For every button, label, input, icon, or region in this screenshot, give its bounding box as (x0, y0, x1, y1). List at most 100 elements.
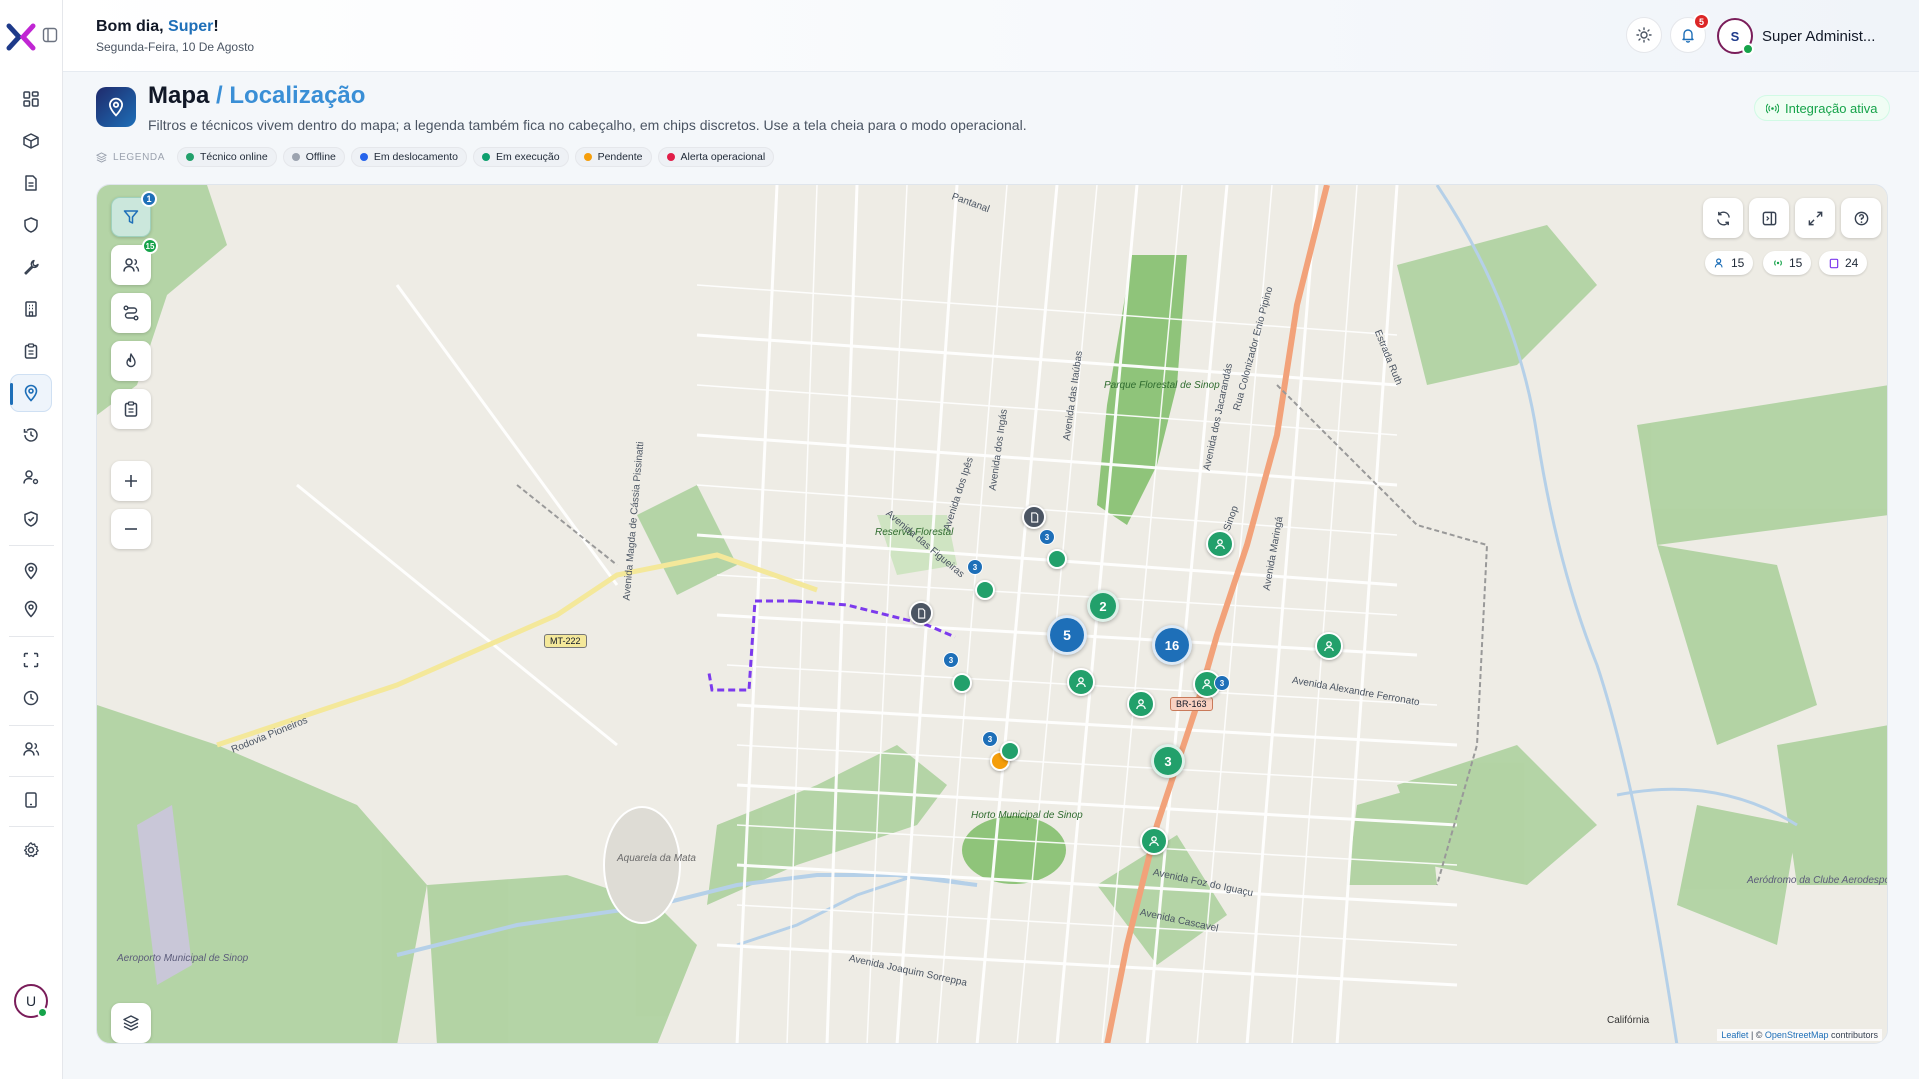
map-cluster-marker[interactable]: 5 (1047, 615, 1087, 655)
user-icon (1324, 641, 1334, 652)
app-logo[interactable] (6, 22, 36, 52)
filter-button[interactable]: 1 (111, 191, 157, 237)
theme-toggle-button[interactable] (1626, 17, 1662, 53)
map-canvas[interactable]: Parque Florestal de Sinop Reserva Flores… (96, 184, 1888, 1044)
legend-chip-offline[interactable]: Offline (282, 147, 345, 167)
leaflet-link[interactable]: Leaflet (1721, 1030, 1748, 1040)
integration-status-label: Integração ativa (1785, 100, 1878, 116)
heatmap-button[interactable] (111, 341, 151, 381)
map-tiles[interactable] (97, 185, 1888, 1044)
technicians-button[interactable]: 15 (111, 238, 158, 285)
user-avatar: S (1717, 18, 1754, 55)
layers-button[interactable] (111, 1003, 151, 1043)
users-icon (23, 742, 40, 756)
zoom-out-button[interactable] (111, 509, 151, 549)
flame-icon (126, 353, 136, 368)
grouped-marker-count[interactable]: 3 (943, 652, 959, 668)
sidebar-item-users[interactable] (10, 730, 52, 768)
sidebar-item-scanner[interactable] (10, 641, 52, 679)
sidebar-item-locations[interactable] (10, 552, 52, 590)
technician-marker[interactable] (1140, 827, 1168, 855)
legend-color-dot (291, 153, 300, 161)
sidebar-item-buildings[interactable] (10, 290, 52, 328)
user-icon (1136, 699, 1146, 710)
expand-icon (1808, 211, 1822, 225)
sidebar-item-schedule[interactable] (10, 679, 52, 717)
legend-chip-online[interactable]: Técnico online (177, 147, 277, 167)
technician-marker[interactable] (1127, 690, 1155, 718)
sidebar-item-tools[interactable] (10, 248, 52, 286)
sidebar-user-avatar[interactable]: U (14, 984, 48, 1018)
wrench-icon (24, 259, 39, 275)
technician-marker[interactable] (952, 673, 972, 693)
stat-online: 15 (1763, 251, 1812, 275)
clock-icon (23, 690, 39, 706)
legend-chip-alert[interactable]: Alerta operacional (657, 147, 775, 167)
technician-marker[interactable] (1047, 549, 1067, 569)
history-icon (23, 428, 38, 442)
sidebar-item-devices[interactable] (10, 781, 52, 819)
settings-icon (23, 842, 39, 858)
sidebar-item-checklists[interactable] (10, 332, 52, 370)
help-button[interactable] (1841, 198, 1881, 238)
map-cluster-marker[interactable]: 16 (1152, 625, 1192, 665)
legend-color-dot (583, 153, 592, 161)
osm-link[interactable]: OpenStreetMap (1765, 1030, 1829, 1040)
map-label-aquarela: Aquarela da Mata (617, 853, 696, 864)
minus-icon (125, 528, 137, 530)
user-menu[interactable]: S Super Administ... (1717, 17, 1875, 55)
technician-marker[interactable] (1206, 530, 1234, 558)
map-cluster-marker[interactable]: 3 (1151, 744, 1185, 778)
document-icon (1030, 511, 1038, 523)
sidebar-item-dashboard[interactable] (10, 80, 52, 118)
technician-marker[interactable] (1067, 668, 1095, 696)
fullscreen-button[interactable] (1795, 198, 1835, 238)
grouped-marker-count[interactable]: 3 (1039, 529, 1055, 545)
map-cluster-marker[interactable]: 2 (1087, 590, 1119, 622)
attribution-separator: | © (1748, 1030, 1765, 1040)
legend-chip-label: Alerta operacional (680, 151, 766, 163)
orders-button[interactable] (111, 389, 151, 429)
sidebar-item-security[interactable] (10, 206, 52, 244)
grouped-marker-count[interactable]: 3 (967, 559, 983, 575)
stat-orders: 24 (1819, 251, 1868, 275)
sidebar-item-geofences[interactable] (10, 590, 52, 628)
sidebar-item-map[interactable] (10, 374, 52, 412)
legend-label: LEGENDA (113, 151, 165, 163)
map-label-airport: Aeroporto Municipal de Sinop (117, 953, 249, 964)
notifications-button[interactable]: 5 (1670, 13, 1710, 53)
page-title-breadcrumb[interactable]: / Localização (216, 82, 365, 109)
notification-count-badge: 5 (1693, 13, 1710, 30)
sidebar-toggle-icon[interactable] (42, 27, 58, 43)
map-label-aerodrome: Aeródromo da Clube Aerodesportivo Selva (1747, 875, 1887, 886)
technician-marker[interactable] (1315, 632, 1343, 660)
side-panel-button[interactable] (1749, 198, 1789, 238)
service-order-marker[interactable] (909, 601, 933, 625)
refresh-button[interactable] (1703, 198, 1743, 238)
sidebar-divider (9, 545, 54, 546)
grouped-marker-count[interactable]: 3 (1214, 675, 1230, 691)
legend-color-dot (359, 153, 368, 161)
sidebar: U (0, 0, 63, 1079)
shield-icon (24, 217, 38, 233)
sidebar-divider (9, 776, 54, 777)
user-cog-icon (23, 470, 39, 485)
service-order-marker[interactable] (1022, 505, 1046, 529)
sidebar-item-settings[interactable] (10, 831, 52, 869)
legend-title: LEGENDA (96, 152, 165, 163)
sidebar-item-documents[interactable] (10, 164, 52, 202)
technician-marker[interactable] (1000, 741, 1020, 761)
sidebar-item-history[interactable] (10, 416, 52, 454)
clipboard-icon (124, 401, 138, 417)
zoom-in-button[interactable] (111, 461, 151, 501)
grouped-marker-count[interactable]: 3 (982, 731, 998, 747)
sidebar-item-products[interactable] (10, 122, 52, 160)
legend-color-dot (186, 153, 194, 161)
legend-chip-in-transit[interactable]: Em deslocamento (350, 147, 467, 167)
legend-chip-pending[interactable]: Pendente (574, 147, 652, 167)
sidebar-item-compliance[interactable] (10, 500, 52, 538)
routes-button[interactable] (111, 293, 151, 333)
sidebar-item-user-settings[interactable] (10, 458, 52, 496)
technician-marker[interactable] (975, 580, 995, 600)
legend-chip-in-progress[interactable]: Em execução (472, 147, 569, 167)
